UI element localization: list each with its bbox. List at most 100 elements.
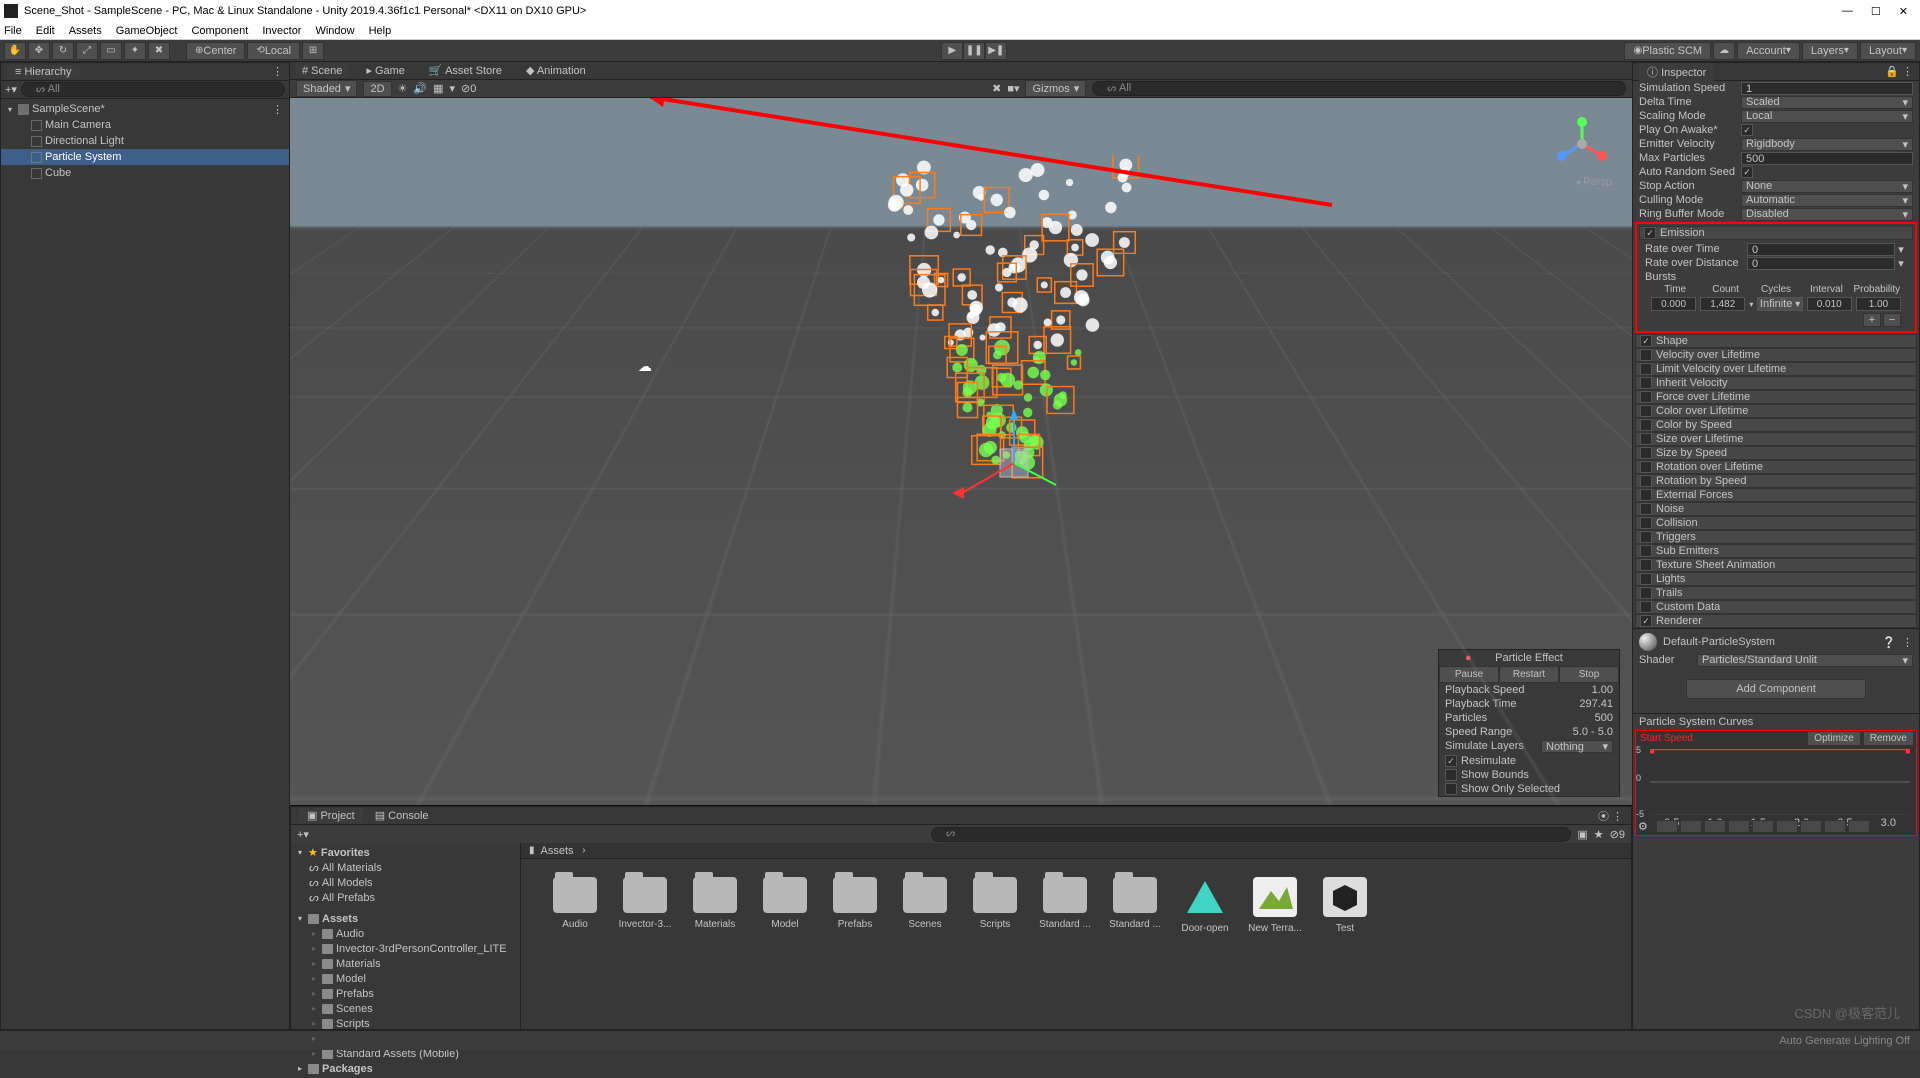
restart-button[interactable]: Restart (1499, 666, 1559, 683)
module-limit-velocity-over-lifetime[interactable]: Limit Velocity over Lifetime (1635, 362, 1917, 376)
console-tab[interactable]: ▤ Console (375, 809, 429, 822)
stop-button[interactable]: Stop (1559, 666, 1619, 683)
module-lights[interactable]: Lights (1635, 572, 1917, 586)
step-button[interactable]: ▶❚ (985, 42, 1007, 60)
fav-all-materials[interactable]: ᔕAll Materials (291, 860, 520, 875)
material-menu-icon[interactable]: ⋮ (1902, 636, 1913, 649)
curve-preset-1[interactable] (1680, 820, 1702, 833)
module-renderer[interactable]: ✓Renderer (1635, 614, 1917, 628)
module-rotation-by-speed[interactable]: Rotation by Speed (1635, 474, 1917, 488)
scale-tool-icon[interactable]: ⤢ (76, 42, 98, 60)
tab-asset-store[interactable]: 🛒 Asset Store (423, 63, 508, 78)
menu-window[interactable]: Window (315, 25, 354, 37)
rotate-tool-icon[interactable]: ↻ (52, 42, 74, 60)
project-search-input[interactable]: ᔕ (931, 827, 1571, 842)
curve-preset-3[interactable] (1728, 820, 1750, 833)
folder-invector-rdpersoncontroller-lite[interactable]: ▸Invector-3rdPersonController_LITE (291, 941, 520, 956)
light-icon[interactable]: ☀ (398, 82, 408, 95)
pause-button[interactable]: Pause (1439, 666, 1499, 683)
hidden-packages-icon[interactable]: ⊘9 (1610, 828, 1625, 841)
layout-dropdown[interactable]: Layout ▾ (1860, 42, 1916, 60)
asset-scenes[interactable]: Scenes (901, 877, 949, 1011)
module-size-by-speed[interactable]: Size by Speed (1635, 446, 1917, 460)
curve-preset-7[interactable] (1824, 820, 1846, 833)
project-tab[interactable]: ▣ Project (299, 808, 363, 823)
create-dropdown[interactable]: +▾ (5, 83, 17, 96)
folder-model[interactable]: ▸Model (291, 971, 520, 986)
burst-cycles-dropdown[interactable]: Infinite ▾ (1757, 297, 1802, 311)
module-velocity-over-lifetime[interactable]: Velocity over Lifetime (1635, 348, 1917, 362)
module-size-over-lifetime[interactable]: Size over Lifetime (1635, 432, 1917, 446)
curve-preset-5[interactable] (1776, 820, 1798, 833)
create-asset-dropdown[interactable]: +▾ (297, 828, 309, 841)
2d-toggle[interactable]: 2D (363, 81, 391, 97)
shader-dropdown[interactable]: Particles/Standard Unlit▾ (1697, 654, 1913, 667)
hierarchy-item-directional-light[interactable]: Directional Light (1, 133, 289, 149)
folder-audio[interactable]: ▸Audio (291, 926, 520, 941)
menu-assets[interactable]: Assets (69, 25, 102, 37)
module-shape[interactable]: ✓Shape (1635, 334, 1917, 348)
minimize-button[interactable]: — (1842, 5, 1853, 18)
scene-search-input[interactable]: ᔕ All (1092, 81, 1626, 96)
filter-icon[interactable]: ▣ (1577, 828, 1587, 841)
curve-preset-0[interactable] (1656, 820, 1678, 833)
grid-snap-icon[interactable]: ⊞ (302, 42, 324, 60)
asset-new-terra-[interactable]: New Terra... (1251, 877, 1299, 1011)
material-help-icon[interactable]: ❔ (1882, 636, 1896, 649)
cloud-icon[interactable]: ☁ (1713, 42, 1735, 60)
menu-gameobject[interactable]: GameObject (116, 25, 178, 37)
burst-probability-input[interactable]: 1.00 (1856, 297, 1901, 311)
assets-root[interactable]: ▾Assets (291, 911, 520, 926)
curve-preset-6[interactable] (1800, 820, 1822, 833)
burst-count-input[interactable]: 1,482 (1700, 297, 1745, 311)
orientation-gizmo[interactable] (1552, 114, 1612, 174)
hierarchy-search-input[interactable]: ᔕ All (21, 82, 285, 97)
scene-viewport[interactable]: ☁ (290, 98, 1632, 805)
tab-scene[interactable]: # Scene (296, 64, 348, 78)
shading-mode-dropdown[interactable]: Shaded ▾ (296, 80, 357, 97)
folder-scenes[interactable]: ▸Scenes (291, 1001, 520, 1016)
asset-audio[interactable]: Audio (551, 877, 599, 1011)
folder-scripts[interactable]: ▸Scripts (291, 1016, 520, 1031)
optimize-button[interactable]: Optimize (1807, 731, 1860, 746)
asset-test[interactable]: Test (1321, 877, 1369, 1011)
module-collision[interactable]: Collision (1635, 516, 1917, 530)
menu-invector[interactable]: Invector (262, 25, 301, 37)
maximize-button[interactable]: ☐ (1871, 5, 1881, 18)
module-color-over-lifetime[interactable]: Color over Lifetime (1635, 404, 1917, 418)
fav-all-models[interactable]: ᔕAll Models (291, 875, 520, 890)
custom-tool-icon[interactable]: ✖ (148, 42, 170, 60)
close-button[interactable]: ✕ (1899, 5, 1908, 18)
hierarchy-item-cube[interactable]: Cube (1, 165, 289, 181)
favorite-filter-icon[interactable]: ★ (1594, 828, 1604, 841)
fx-icon[interactable]: ▦ (433, 82, 443, 95)
gizmos-dropdown[interactable]: Gizmos ▾ (1025, 80, 1086, 97)
curve-preset-2[interactable] (1704, 820, 1726, 833)
fav-all-prefabs[interactable]: ᔕAll Prefabs (291, 890, 520, 905)
rate-over-time-input[interactable]: 0 (1747, 243, 1895, 256)
hierarchy-item-particle-system[interactable]: Particle System (1, 149, 289, 165)
module-noise[interactable]: Noise (1635, 502, 1917, 516)
show-only-selected-checkbox[interactable]: Show Only Selected (1439, 782, 1619, 796)
module-texture-sheet-animation[interactable]: Texture Sheet Animation (1635, 558, 1917, 572)
curve-preset-4[interactable] (1752, 820, 1774, 833)
module-rotation-over-lifetime[interactable]: Rotation over Lifetime (1635, 460, 1917, 474)
tools-icon[interactable]: ■▾ (1007, 82, 1019, 95)
hierarchy-item-main-camera[interactable]: Main Camera (1, 117, 289, 133)
menu-help[interactable]: Help (369, 25, 392, 37)
favorites-root[interactable]: ▾★Favorites (291, 845, 520, 860)
burst-remove-button[interactable]: − (1883, 313, 1901, 327)
layers-dropdown[interactable]: Layers ▾ (1802, 42, 1858, 60)
play-button[interactable]: ▶ (941, 42, 963, 60)
emission-label[interactable]: Emission (1660, 227, 1705, 239)
inspector-tab[interactable]: ⓘ Inspector (1639, 63, 1714, 81)
curve-settings-icon[interactable]: ⚙ (1638, 820, 1648, 833)
folder-prefabs[interactable]: ▸Prefabs (291, 986, 520, 1001)
module-sub-emitters[interactable]: Sub Emitters (1635, 544, 1917, 558)
curve-preset-8[interactable] (1848, 820, 1870, 833)
simulate-layers-dropdown[interactable]: Nothing▾ (1541, 740, 1613, 753)
tab-game[interactable]: ▸ Game (360, 63, 411, 78)
resimulate-checkbox[interactable]: ✓Resimulate (1439, 754, 1619, 768)
module-triggers[interactable]: Triggers (1635, 530, 1917, 544)
camera-icon[interactable]: ✖ (992, 82, 1001, 95)
